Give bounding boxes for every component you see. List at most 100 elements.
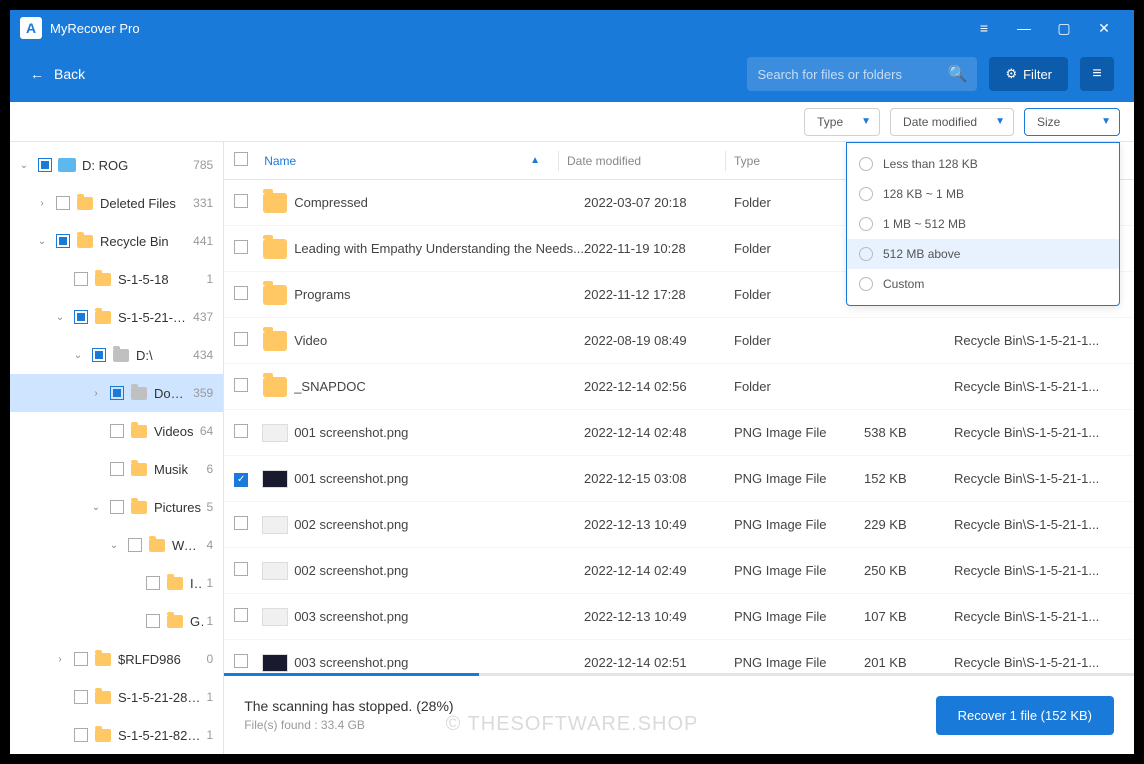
size-option[interactable]: Custom	[847, 269, 1119, 299]
expand-icon[interactable]: ⌄	[88, 502, 104, 513]
tree-checkbox[interactable]	[56, 234, 70, 248]
filter-button[interactable]: ⚙ Filter	[989, 57, 1068, 91]
tree-checkbox[interactable]	[92, 348, 106, 362]
tree-checkbox[interactable]	[110, 500, 124, 514]
expand-icon[interactable]: ⌄	[34, 236, 50, 247]
tree-item[interactable]: S-1-5-21-82370... 1	[10, 716, 223, 754]
maximize-button[interactable]: ▢	[1044, 10, 1084, 46]
tree-label: Downloads	[154, 386, 189, 401]
tree-checkbox[interactable]	[74, 310, 88, 324]
minimize-button[interactable]: —	[1004, 10, 1044, 46]
date-filter-label: Date modified	[903, 115, 977, 129]
tree-item[interactable]: › $RLFD986 0	[10, 640, 223, 678]
row-checkbox[interactable]	[234, 516, 248, 530]
column-type[interactable]: Type	[734, 154, 864, 168]
tree-item[interactable]: IMGDL 1	[10, 564, 223, 602]
tree-checkbox[interactable]	[38, 158, 52, 172]
row-checkbox[interactable]	[234, 562, 248, 576]
row-checkbox[interactable]	[234, 286, 248, 300]
tree-item[interactable]: Musik 6	[10, 450, 223, 488]
tree-checkbox[interactable]	[128, 538, 142, 552]
tree-checkbox[interactable]	[56, 196, 70, 210]
tree-item[interactable]: ⌄ Recycle Bin 441	[10, 222, 223, 260]
table-row[interactable]: Video 2022-08-19 08:49 Folder Recycle Bi…	[224, 318, 1134, 364]
table-row[interactable]: 003 screenshot.png 2022-12-13 10:49 PNG …	[224, 594, 1134, 640]
hamburger-icon[interactable]: ≡	[964, 10, 1004, 46]
tree-count: 441	[193, 234, 213, 248]
file-date: 2022-12-14 02:49	[584, 563, 734, 578]
table-row[interactable]: _SNAPDOC 2022-12-14 02:56 Folder Recycle…	[224, 364, 1134, 410]
row-checkbox[interactable]: ✓	[234, 473, 248, 487]
tree-checkbox[interactable]	[110, 462, 124, 476]
size-filter-dropdown[interactable]: Size ▼	[1024, 108, 1120, 136]
folder-tree[interactable]: ⌄ D: ROG 785› Deleted Files 331⌄ Recycle…	[10, 142, 224, 754]
row-checkbox[interactable]	[234, 332, 248, 346]
file-date: 2022-11-19 10:28	[584, 241, 734, 256]
tree-item[interactable]: ⌄ D: ROG 785	[10, 146, 223, 184]
table-row[interactable]: 002 screenshot.png 2022-12-13 10:49 PNG …	[224, 502, 1134, 548]
expand-icon[interactable]: ⌄	[70, 350, 86, 361]
expand-icon[interactable]: ›	[52, 654, 68, 665]
size-option[interactable]: Less than 128 KB	[847, 149, 1119, 179]
tree-item[interactable]: ⌄ Pictures 5	[10, 488, 223, 526]
tree-checkbox[interactable]	[74, 690, 88, 704]
row-checkbox[interactable]	[234, 378, 248, 392]
folder-icon	[131, 501, 147, 514]
tree-item[interactable]: › Downloads 359	[10, 374, 223, 412]
recover-button[interactable]: Recover 1 file (152 KB)	[936, 696, 1114, 735]
size-option[interactable]: 128 KB ~ 1 MB	[847, 179, 1119, 209]
tree-checkbox[interactable]	[146, 614, 160, 628]
file-size: 201 KB	[864, 655, 954, 670]
tree-checkbox[interactable]	[110, 386, 124, 400]
table-row[interactable]: 003 screenshot.png 2022-12-14 02:51 PNG …	[224, 640, 1134, 673]
tree-item[interactable]: S-1-5-21-28271... 1	[10, 678, 223, 716]
filter-label: Filter	[1023, 67, 1052, 82]
tree-item[interactable]: S-1-5-18 1	[10, 260, 223, 298]
tree-checkbox[interactable]	[74, 652, 88, 666]
select-all-checkbox[interactable]	[234, 152, 248, 166]
date-filter-dropdown[interactable]: Date modified ▼	[890, 108, 1014, 136]
size-option[interactable]: 512 MB above	[847, 239, 1119, 269]
tree-item[interactable]: Videos 64	[10, 412, 223, 450]
size-dropdown-menu: Less than 128 KB 128 KB ~ 1 MB1 MB ~ 512 …	[846, 142, 1120, 306]
expand-icon[interactable]: ›	[88, 388, 104, 399]
column-name[interactable]: Name▲	[260, 154, 550, 168]
back-button[interactable]: ← Back	[30, 66, 85, 82]
row-checkbox[interactable]	[234, 240, 248, 254]
tree-item[interactable]: ⌄ S-1-5-21-15433... 437	[10, 298, 223, 336]
tree-label: Musik	[154, 462, 203, 477]
size-option[interactable]: 1 MB ~ 512 MB	[847, 209, 1119, 239]
expand-icon[interactable]: ›	[34, 198, 50, 209]
tree-item[interactable]: ⌄ D:\ 434	[10, 336, 223, 374]
table-row[interactable]: ✓ 001 screenshot.png 2022-12-15 03:08 PN…	[224, 456, 1134, 502]
search-icon[interactable]: 🔍	[948, 64, 968, 84]
expand-icon[interactable]: ⌄	[52, 312, 68, 323]
tree-count: 359	[193, 386, 213, 400]
tree-item[interactable]: › Deleted Files 331	[10, 184, 223, 222]
column-date[interactable]: Date modified	[567, 154, 717, 168]
tree-checkbox[interactable]	[74, 272, 88, 286]
table-row[interactable]: 002 screenshot.png 2022-12-14 02:49 PNG …	[224, 548, 1134, 594]
menu-button[interactable]: ≡	[1080, 57, 1114, 91]
tree-checkbox[interactable]	[74, 728, 88, 742]
tree-item[interactable]: ⌄ Wallpapers 4	[10, 526, 223, 564]
row-checkbox[interactable]	[234, 194, 248, 208]
tree-checkbox[interactable]	[146, 576, 160, 590]
tree-checkbox[interactable]	[110, 424, 124, 438]
tree-item[interactable]: Game 1	[10, 602, 223, 640]
row-checkbox[interactable]	[234, 424, 248, 438]
size-option-label: Less than 128 KB	[883, 157, 978, 171]
row-checkbox[interactable]	[234, 608, 248, 622]
row-checkbox[interactable]	[234, 654, 248, 668]
expand-icon[interactable]: ⌄	[16, 160, 32, 171]
close-button[interactable]: ✕	[1084, 10, 1124, 46]
file-path: Recycle Bin\S-1-5-21-1...	[954, 333, 1124, 348]
file-date: 2022-12-14 02:56	[584, 379, 734, 394]
search-input[interactable]	[757, 67, 947, 82]
type-filter-dropdown[interactable]: Type ▼	[804, 108, 880, 136]
table-row[interactable]: 001 screenshot.png 2022-12-14 02:48 PNG …	[224, 410, 1134, 456]
tree-label: IMGDL	[190, 576, 203, 591]
expand-icon[interactable]: ⌄	[106, 540, 122, 551]
tree-count: 4	[207, 538, 214, 552]
search-box[interactable]: 🔍	[747, 57, 977, 91]
